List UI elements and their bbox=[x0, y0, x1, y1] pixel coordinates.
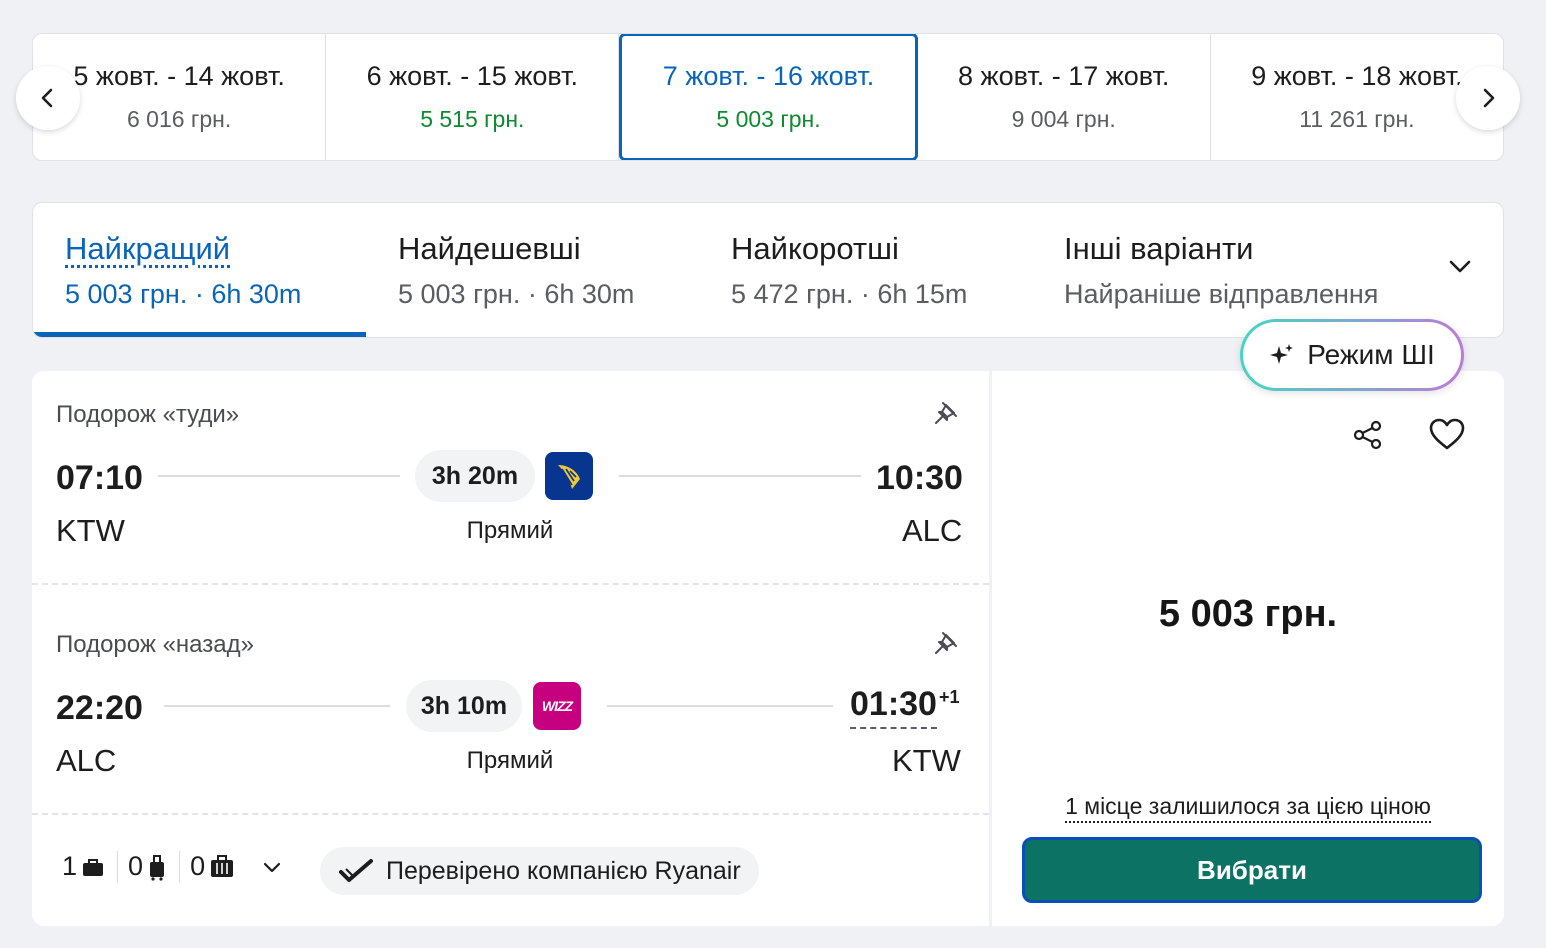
date-option-selected[interactable]: 7 жовт. - 16 жовт. 5 003 грн. bbox=[619, 34, 918, 160]
leg-title: Подорож «туди» bbox=[56, 401, 240, 428]
favorite-button[interactable] bbox=[1428, 417, 1466, 456]
baggage-summary[interactable]: 1 0 0 bbox=[62, 851, 283, 882]
flight-line bbox=[158, 475, 400, 477]
ai-mode-inner: Режим ШІ bbox=[1243, 322, 1461, 388]
tab-subtitle: 5 003 грн. · 6h 30m bbox=[65, 279, 302, 309]
sparkle-icon bbox=[1270, 344, 1294, 364]
harp-icon bbox=[558, 465, 580, 489]
verified-check-icon bbox=[339, 859, 373, 882]
price-value: 5 003 грн. bbox=[1158, 593, 1338, 635]
arrival-time[interactable]: 01:30 bbox=[850, 685, 937, 729]
verified-label: Перевірено компанією Ryanair bbox=[386, 856, 741, 885]
inbound-leg: Подорож «назад» 22:20 ALC 3h 10m WIZZ Пр… bbox=[32, 601, 989, 813]
date-range: 5 жовт. - 14 жовт. bbox=[73, 61, 285, 91]
itinerary-card[interactable]: Подорож «туди» 07:10 KTW 3h 20m Прямий 1… bbox=[32, 371, 989, 926]
chevron-left-icon bbox=[41, 88, 53, 108]
chevron-right-icon bbox=[1483, 88, 1495, 108]
flight-duration: 3h 10m bbox=[406, 680, 522, 732]
date-price: 5 003 грн. bbox=[716, 106, 821, 132]
pin-icon bbox=[935, 632, 957, 654]
tab-title: Найдешевші bbox=[398, 231, 581, 266]
heart-icon bbox=[1429, 418, 1465, 450]
date-range: 8 жовт. - 17 жовт. bbox=[957, 61, 1170, 91]
personal-item-count: 1 bbox=[62, 851, 78, 881]
flight-duration: 3h 20m bbox=[415, 450, 535, 502]
seats-left-notice[interactable]: 1 місце залишилося за цією ціною bbox=[992, 793, 1504, 823]
tab-subtitle: Найраніше відправлення bbox=[1064, 279, 1379, 309]
share-icon bbox=[1353, 420, 1382, 450]
pin-button[interactable] bbox=[932, 399, 960, 432]
departure-airport: KTW bbox=[56, 513, 125, 548]
prev-dates-button[interactable] bbox=[16, 66, 80, 130]
leg-title: Подорож «назад» bbox=[56, 631, 254, 658]
total-price: 5 003 грн. bbox=[992, 593, 1504, 636]
checked-bag: 0 bbox=[190, 851, 247, 882]
date-range: 6 жовт. - 15 жовт. bbox=[366, 61, 579, 91]
date-price: 11 261 грн. bbox=[1299, 106, 1415, 132]
flight-line bbox=[619, 475, 861, 477]
more-sort-options-button[interactable] bbox=[1446, 252, 1474, 285]
departure-time: 22:20 bbox=[56, 689, 143, 727]
next-dates-button[interactable] bbox=[1456, 66, 1520, 130]
tab-shortest[interactable]: Найкоротші 5 472 грн. · 6h 15m bbox=[699, 203, 1032, 337]
wizz-logo-text: WIZZ bbox=[541, 698, 573, 714]
personal-item: 1 bbox=[62, 851, 119, 882]
date-strip: 5 жовт. - 14 жовт. 6 016 грн. 6 жовт. - … bbox=[32, 33, 1504, 161]
tab-title: Найкращий bbox=[65, 231, 231, 266]
price-panel: 5 003 грн. 1 місце залишилося за цією ці… bbox=[992, 371, 1504, 926]
date-price: 6 016 грн. bbox=[126, 106, 232, 132]
arrival-airport: ALC bbox=[902, 513, 963, 548]
carry-on-bag: 0 bbox=[128, 851, 181, 882]
date-price: 9 004 грн. bbox=[1011, 106, 1116, 132]
tab-subtitle: 5 472 грн. · 6h 15m bbox=[731, 279, 968, 309]
tab-cheapest[interactable]: Найдешевші 5 003 грн. · 6h 30m bbox=[366, 203, 699, 337]
carry-on-count: 0 bbox=[128, 851, 144, 881]
date-range: 9 жовт. - 18 жовт. bbox=[1251, 61, 1463, 91]
seats-left-text: 1 місце залишилося за цією ціною bbox=[1065, 793, 1431, 823]
departure-airport: ALC bbox=[56, 743, 117, 778]
date-option[interactable]: 6 жовт. - 15 жовт. 5 515 грн. bbox=[326, 34, 620, 160]
arrival-airport: KTW bbox=[892, 743, 961, 778]
stops-label: Прямий bbox=[466, 517, 554, 544]
pin-icon bbox=[935, 402, 957, 424]
tab-subtitle: 5 003 грн. · 6h 30m bbox=[398, 279, 635, 309]
arrival-time-block: 01:30 +1 bbox=[850, 685, 960, 729]
briefcase-icon bbox=[83, 858, 104, 876]
ryanair-logo bbox=[545, 452, 593, 500]
share-button[interactable] bbox=[1352, 419, 1384, 456]
day-offset-badge: +1 bbox=[938, 686, 960, 707]
ai-mode-button[interactable]: Режим ШІ bbox=[1240, 319, 1464, 391]
chevron-down-icon bbox=[263, 862, 281, 872]
divider bbox=[32, 813, 989, 815]
verified-badge[interactable]: Перевірено компанією Ryanair bbox=[320, 847, 759, 895]
divider bbox=[32, 583, 989, 585]
sort-tabs: Найкращий 5 003 грн. · 6h 30m Найдешевші… bbox=[32, 202, 1504, 338]
wizz-logo: WIZZ bbox=[533, 682, 581, 730]
pin-button[interactable] bbox=[932, 629, 960, 662]
tab-title: Найкоротші bbox=[731, 231, 899, 266]
flight-line bbox=[607, 705, 833, 707]
stops-label: Прямий bbox=[466, 747, 554, 774]
date-price: 5 515 грн. bbox=[420, 106, 525, 132]
departure-time: 07:10 bbox=[56, 459, 143, 497]
checked-bag-count: 0 bbox=[190, 851, 206, 881]
arrival-time: 10:30 bbox=[876, 459, 963, 497]
checked-bag-icon bbox=[211, 854, 234, 877]
carry-on-icon bbox=[150, 854, 165, 881]
tab-other-options[interactable]: Інші варіанти Найраніше відправлення bbox=[1032, 203, 1452, 337]
select-button[interactable]: Вибрати bbox=[1022, 837, 1482, 903]
flight-line bbox=[164, 705, 390, 707]
tab-title: Інші варіанти bbox=[1064, 231, 1254, 266]
chevron-down-icon bbox=[1449, 260, 1471, 273]
date-option[interactable]: 8 жовт. - 17 жовт. 9 004 грн. bbox=[918, 34, 1211, 160]
outbound-leg: Подорож «туди» 07:10 KTW 3h 20m Прямий 1… bbox=[32, 371, 989, 583]
tab-best[interactable]: Найкращий 5 003 грн. · 6h 30m bbox=[33, 203, 366, 337]
ai-mode-label: Режим ШІ bbox=[1307, 339, 1435, 370]
date-range: 7 жовт. - 16 жовт. bbox=[662, 61, 875, 91]
